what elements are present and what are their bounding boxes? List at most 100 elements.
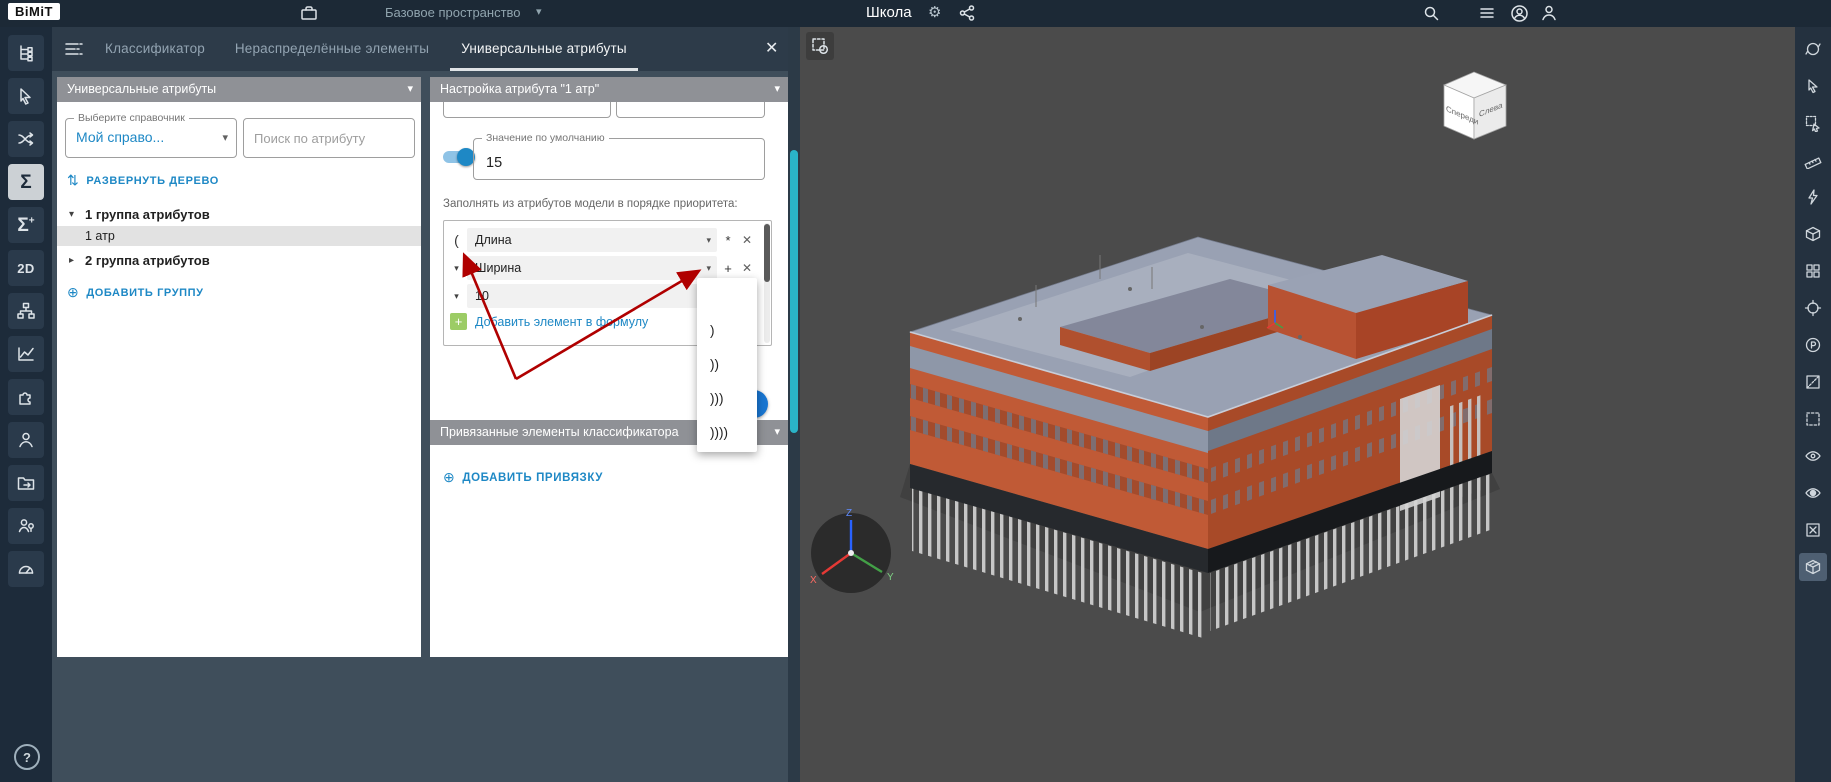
clip-cube-tool[interactable] bbox=[1799, 553, 1827, 581]
bindings-header-label: Привязанные элементы классификатора bbox=[440, 425, 679, 439]
operator-select-1[interactable]: * bbox=[721, 233, 735, 248]
select-tool[interactable] bbox=[8, 78, 44, 114]
section-plane-tool[interactable] bbox=[1799, 368, 1827, 396]
chart-tool[interactable] bbox=[8, 336, 44, 372]
panel-scrollbar-thumb[interactable] bbox=[790, 150, 798, 433]
settings-gear-icon[interactable]: ⚙ bbox=[928, 3, 941, 21]
formula-attr-select-1[interactable]: Длина ▾ bbox=[467, 228, 717, 252]
operator-select-2[interactable]: + bbox=[721, 261, 735, 276]
share-icon[interactable] bbox=[958, 4, 976, 22]
region-select-tool[interactable] bbox=[806, 32, 834, 60]
section-box-tool[interactable] bbox=[1799, 220, 1827, 248]
formula-attr-select-3[interactable]: 10 ▾ bbox=[467, 284, 717, 308]
tab-universal-attributes[interactable]: Универсальные атрибуты bbox=[450, 27, 638, 71]
help-button[interactable]: ? bbox=[14, 744, 40, 770]
window-select-icon bbox=[1805, 115, 1820, 132]
reference-select[interactable]: Выберите справочник Мой справо... ▾ bbox=[65, 112, 237, 158]
attributes-sum-tool[interactable]: Σ bbox=[8, 164, 44, 200]
panel-menu-icon[interactable] bbox=[64, 41, 84, 57]
navigation-cube[interactable]: Спереди Слева bbox=[1432, 61, 1516, 149]
briefcase-icon[interactable] bbox=[300, 4, 318, 22]
default-value-toggle[interactable] bbox=[443, 148, 475, 166]
panel-scrollbar[interactable] bbox=[788, 27, 800, 782]
attr-caret-icon-2[interactable]: ▾ bbox=[706, 263, 711, 274]
structure-tree-tool[interactable] bbox=[8, 35, 44, 71]
axis-gizmo[interactable]: Z X Y bbox=[802, 504, 902, 604]
quick-measure-tool[interactable] bbox=[1799, 183, 1827, 211]
add-formula-label: Добавить элемент в формулу bbox=[475, 314, 649, 329]
add-binding-button[interactable]: ⊕ ДОБАВИТЬ ПРИВЯЗКУ bbox=[443, 469, 603, 486]
window-select-tool[interactable] bbox=[1799, 109, 1827, 137]
focus-tool[interactable] bbox=[1799, 294, 1827, 322]
left-panel-header[interactable]: Универсальные атрибуты ▾ bbox=[57, 77, 421, 102]
bracket-option-3[interactable]: ))) bbox=[697, 382, 757, 416]
tree-group-2-label: 2 группа атрибутов bbox=[85, 252, 210, 268]
remove-row-icon-2[interactable]: ✕ bbox=[739, 261, 755, 275]
sigma-plus-icon: Σ+ bbox=[17, 214, 35, 236]
folder-share-icon bbox=[17, 477, 35, 490]
left-panel-header-caret-icon: ▾ bbox=[407, 83, 413, 95]
hierarchy-tool[interactable] bbox=[8, 293, 44, 329]
3d-viewport[interactable]: Спереди Слева Z X Y bbox=[800, 27, 1795, 782]
tab-unallocated-elements[interactable]: Нераспределённые элементы bbox=[230, 27, 434, 68]
attribute-search-input[interactable] bbox=[244, 119, 414, 157]
bracket-option-1[interactable]: ) bbox=[697, 314, 757, 348]
2d-icon: 2D bbox=[17, 260, 35, 276]
hide-tool[interactable] bbox=[1799, 516, 1827, 544]
users-tool[interactable] bbox=[8, 422, 44, 458]
default-value-input[interactable] bbox=[474, 139, 764, 179]
formula-scroll-thumb[interactable] bbox=[764, 224, 770, 282]
attribute-name-field-partial[interactable] bbox=[443, 102, 611, 118]
app-logo[interactable]: BiMiT bbox=[8, 3, 60, 20]
tree-item-1atr-label: 1 атр bbox=[85, 229, 115, 243]
menu-list-icon[interactable] bbox=[1478, 4, 1496, 22]
selection-frame-tool[interactable] bbox=[1799, 405, 1827, 433]
bracket-option-2[interactable]: )) bbox=[697, 348, 757, 382]
bracket-option-4[interactable]: )))) bbox=[697, 416, 757, 450]
p-circle-icon bbox=[1805, 337, 1821, 353]
close-panel-icon[interactable]: ✕ bbox=[765, 38, 778, 58]
open-bracket-select[interactable]: ( bbox=[450, 232, 463, 248]
settings-header[interactable]: Настройка атрибута "1 атр" ▾ bbox=[430, 77, 788, 102]
orbit-tool[interactable] bbox=[1799, 35, 1827, 63]
visibility-tool[interactable] bbox=[1799, 442, 1827, 470]
attr-caret-icon-1[interactable]: ▾ bbox=[706, 235, 711, 246]
tab-classifier[interactable]: Классификатор bbox=[105, 27, 205, 68]
tree-item-1atr[interactable]: 1 атр bbox=[57, 226, 421, 246]
account-circle-icon[interactable] bbox=[1510, 4, 1529, 23]
bracket-select-2[interactable]: ▾ bbox=[450, 263, 463, 274]
collapse-triangle-icon[interactable]: ▾ bbox=[69, 209, 85, 220]
expand-tree-button[interactable]: ⇅ РАЗВЕРНУТЬ ДЕРЕВО bbox=[67, 172, 219, 189]
select-cursor-tool[interactable] bbox=[1799, 72, 1827, 100]
grid-tool[interactable] bbox=[1799, 257, 1827, 285]
attribute-type-field-partial[interactable] bbox=[616, 102, 765, 118]
add-group-button[interactable]: ⊕ ДОБАВИТЬ ГРУППУ bbox=[67, 284, 204, 301]
tree-group-1[interactable]: ▾ 1 группа атрибутов bbox=[57, 204, 421, 224]
tree-group-2[interactable]: ▸ 2 группа атрибутов bbox=[57, 250, 421, 270]
shared-folder-tool[interactable] bbox=[8, 465, 44, 501]
gauge-tool[interactable] bbox=[8, 551, 44, 587]
measure-tool[interactable] bbox=[1799, 146, 1827, 174]
panel-tab-bar: Классификатор Нераспределённые элементы … bbox=[52, 27, 800, 71]
isolate-tool[interactable] bbox=[1799, 479, 1827, 507]
2d-view-tool[interactable]: 2D bbox=[8, 250, 44, 286]
bindings-header-caret-icon: ▾ bbox=[774, 426, 780, 438]
user-icon[interactable] bbox=[1540, 4, 1558, 22]
attributes-sum-add-tool[interactable]: Σ+ bbox=[8, 207, 44, 243]
search-icon[interactable] bbox=[1422, 4, 1440, 22]
plugins-tool[interactable] bbox=[8, 379, 44, 415]
connections-tool[interactable] bbox=[8, 121, 44, 157]
add-formula-element-button[interactable]: + Добавить элемент в формулу bbox=[450, 313, 648, 330]
workspace-selector[interactable]: Базовое пространство bbox=[385, 5, 521, 20]
workspace-caret-icon[interactable]: ▾ bbox=[536, 5, 542, 18]
user-location-tool[interactable] bbox=[8, 508, 44, 544]
tree-group-1-label: 1 группа атрибутов bbox=[85, 206, 210, 222]
bracket-select-3[interactable]: ▾ bbox=[450, 291, 463, 302]
bracket-option-empty[interactable] bbox=[697, 280, 757, 314]
bimit-app: BiMiT Базовое пространство ▾ Школа ⚙ Σ Σ… bbox=[0, 0, 1831, 782]
formula-attr-select-2[interactable]: Ширина ▾ bbox=[467, 256, 717, 280]
eye-icon bbox=[1805, 451, 1821, 461]
expand-triangle-icon[interactable]: ▸ bbox=[69, 255, 85, 266]
properties-tool[interactable] bbox=[1799, 331, 1827, 359]
remove-row-icon-1[interactable]: ✕ bbox=[739, 233, 755, 247]
